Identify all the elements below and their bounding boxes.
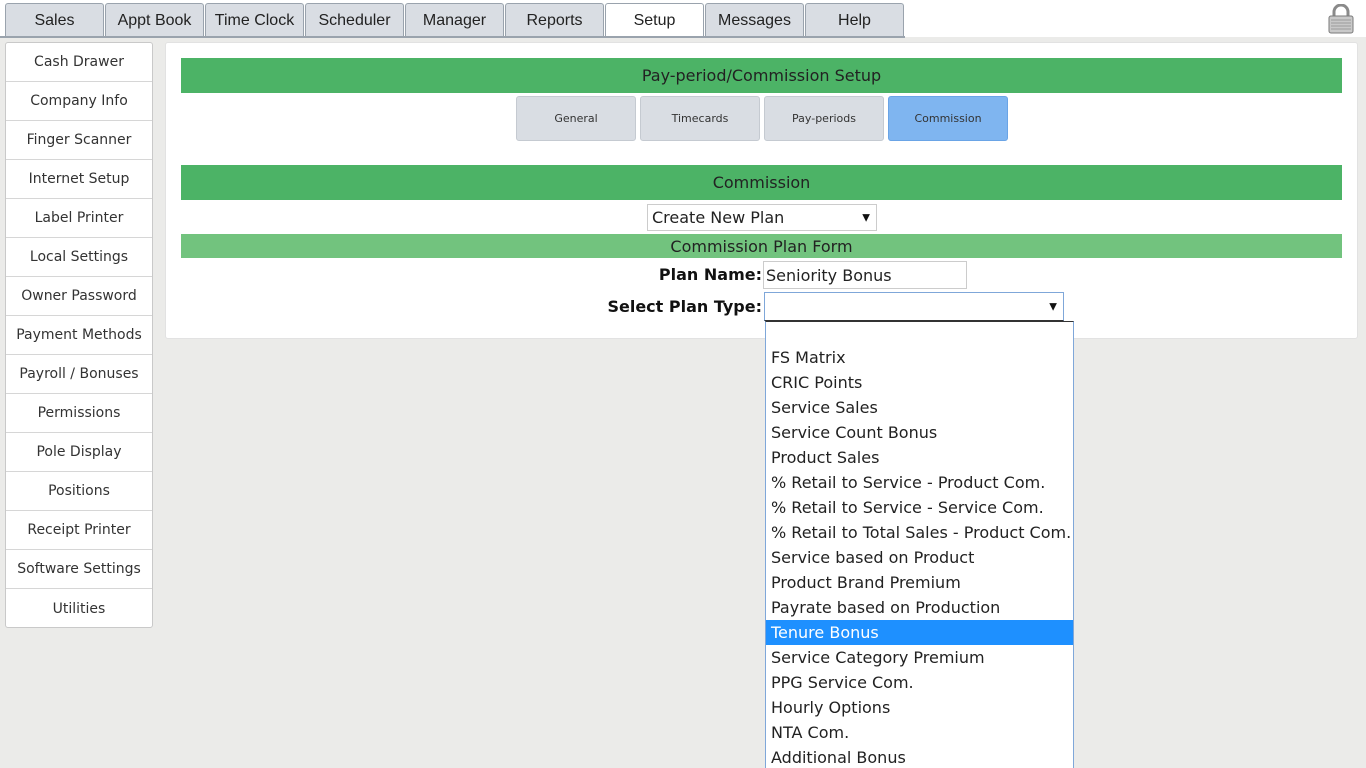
- tab-messages[interactable]: Messages: [705, 3, 804, 37]
- dropdown-option[interactable]: NTA Com.: [766, 720, 1073, 745]
- dropdown-option[interactable]: Service Count Bonus: [766, 420, 1073, 445]
- plan-select[interactable]: Create New Plan ▼: [647, 204, 877, 231]
- dropdown-option[interactable]: Service Sales: [766, 395, 1073, 420]
- sidebar-item-payment-methods[interactable]: Payment Methods: [6, 316, 152, 355]
- form-title: Commission Plan Form: [181, 234, 1342, 258]
- sidebar-item-positions[interactable]: Positions: [6, 472, 152, 511]
- sidebar-item-cash-drawer[interactable]: Cash Drawer: [6, 43, 152, 82]
- dropdown-option[interactable]: FS Matrix: [766, 345, 1073, 370]
- plan-name-label: Plan Name:: [658, 265, 762, 284]
- tab-setup[interactable]: Setup: [605, 3, 704, 38]
- tab-scheduler[interactable]: Scheduler: [305, 3, 404, 37]
- dropdown-option[interactable]: Payrate based on Production: [766, 595, 1073, 620]
- plan-select-value: Create New Plan: [652, 208, 785, 227]
- top-nav-bar: Sales Appt Book Time Clock Scheduler Man…: [0, 0, 1366, 38]
- plan-name-input[interactable]: Seniority Bonus: [763, 261, 967, 289]
- sidebar-item-receipt-printer[interactable]: Receipt Printer: [6, 511, 152, 550]
- section-title: Commission: [181, 165, 1342, 200]
- tab-manager[interactable]: Manager: [405, 3, 504, 37]
- dropdown-option[interactable]: PPG Service Com.: [766, 670, 1073, 695]
- tab-sales[interactable]: Sales: [5, 3, 104, 37]
- dropdown-option[interactable]: CRIC Points: [766, 370, 1073, 395]
- subtab-pay-periods[interactable]: Pay-periods: [764, 96, 884, 141]
- sidebar-item-pole-display[interactable]: Pole Display: [6, 433, 152, 472]
- tab-underline: [0, 36, 905, 38]
- subtab-general[interactable]: General: [516, 96, 636, 141]
- sidebar-item-local-settings[interactable]: Local Settings: [6, 238, 152, 277]
- plan-type-label: Select Plan Type:: [607, 297, 762, 316]
- tab-help[interactable]: Help: [805, 3, 904, 37]
- dropdown-option[interactable]: % Retail to Service - Product Com.: [766, 470, 1073, 495]
- dropdown-option[interactable]: Hourly Options: [766, 695, 1073, 720]
- dropdown-option[interactable]: Service based on Product: [766, 545, 1073, 570]
- sidebar-item-label-printer[interactable]: Label Printer: [6, 199, 152, 238]
- chevron-down-icon: ▼: [862, 212, 870, 223]
- sidebar-item-owner-password[interactable]: Owner Password: [6, 277, 152, 316]
- chevron-down-icon: ▼: [1049, 301, 1057, 312]
- tab-appt-book[interactable]: Appt Book: [105, 3, 204, 37]
- dropdown-option[interactable]: Product Sales: [766, 445, 1073, 470]
- sidebar-item-company-info[interactable]: Company Info: [6, 82, 152, 121]
- sidebar-item-software-settings[interactable]: Software Settings: [6, 550, 152, 589]
- sidebar-item-permissions[interactable]: Permissions: [6, 394, 152, 433]
- sidebar-item-internet-setup[interactable]: Internet Setup: [6, 160, 152, 199]
- dropdown-option[interactable]: Additional Bonus: [766, 745, 1073, 768]
- dropdown-option-blank[interactable]: [766, 322, 1073, 345]
- page-title: Pay-period/Commission Setup: [181, 58, 1342, 93]
- tab-time-clock[interactable]: Time Clock: [205, 3, 304, 37]
- sidebar-item-utilities[interactable]: Utilities: [6, 589, 152, 628]
- sidebar-item-payroll-bonuses[interactable]: Payroll / Bonuses: [6, 355, 152, 394]
- plan-type-select[interactable]: ▼: [764, 292, 1064, 321]
- subtab-commission[interactable]: Commission: [888, 96, 1008, 141]
- sidebar-item-finger-scanner[interactable]: Finger Scanner: [6, 121, 152, 160]
- dropdown-option[interactable]: Service Category Premium: [766, 645, 1073, 670]
- dropdown-option[interactable]: % Retail to Service - Service Com.: [766, 495, 1073, 520]
- plan-type-dropdown-list: FS Matrix CRIC Points Service Sales Serv…: [765, 321, 1074, 768]
- dropdown-option[interactable]: % Retail to Total Sales - Product Com.: [766, 520, 1073, 545]
- dropdown-option-highlighted[interactable]: Tenure Bonus: [766, 620, 1073, 645]
- dropdown-option[interactable]: Product Brand Premium: [766, 570, 1073, 595]
- subtab-timecards[interactable]: Timecards: [640, 96, 760, 141]
- tab-reports[interactable]: Reports: [505, 3, 604, 37]
- padlock-icon[interactable]: [1327, 3, 1355, 34]
- setup-sidebar: Cash Drawer Company Info Finger Scanner …: [5, 42, 153, 628]
